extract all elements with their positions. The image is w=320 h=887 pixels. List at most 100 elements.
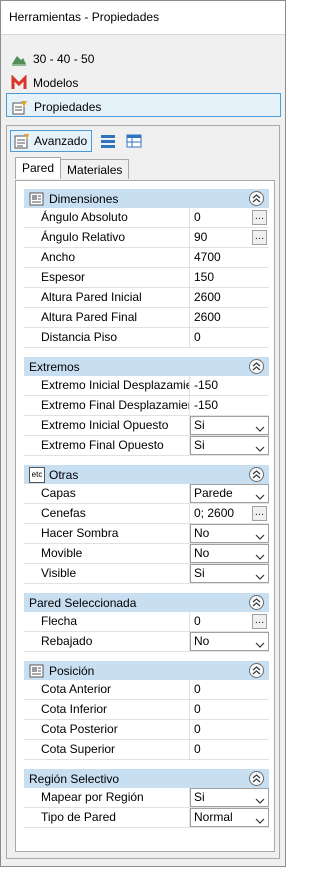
property-select[interactable]: Si	[190, 416, 269, 435]
property-row-angulo-absoluto: Ángulo Absoluto 0…	[24, 208, 269, 228]
properties-icon	[12, 99, 28, 115]
property-value: Parede	[194, 486, 233, 500]
property-name: Hacer Sombra	[24, 524, 190, 543]
property-name: Rebajado	[24, 632, 190, 651]
collapse-icon[interactable]	[249, 191, 264, 206]
nav-item-label: Propiedades	[34, 100, 102, 114]
chevron-down-icon	[255, 637, 265, 651]
property-row-visible: Visible Si	[24, 564, 269, 584]
models-logo-icon	[11, 74, 27, 91]
section-otras: etc Otras Capas Parede Cenefas 0; 2600… …	[24, 465, 269, 584]
property-value-field[interactable]: -150	[190, 376, 269, 395]
section-header-otras[interactable]: etc Otras	[24, 465, 269, 484]
ellipsis-button[interactable]: …	[252, 506, 267, 521]
property-name: Cenefas	[24, 504, 190, 523]
property-value-field[interactable]: 0; 2600…	[190, 504, 269, 523]
property-name: Ancho	[24, 248, 190, 267]
property-value-field[interactable]: 0	[190, 700, 269, 719]
property-value: Si	[194, 566, 205, 580]
property-value-field[interactable]: 4700	[190, 248, 269, 267]
property-grid: Dimensiones Ángulo Absoluto 0… Ángulo Re…	[15, 180, 275, 852]
property-row-extremo-final-desplazamiento: Extremo Final Desplazamiento -150	[24, 396, 269, 416]
ellipsis-button[interactable]: …	[252, 230, 267, 245]
categorized-view-button[interactable]	[98, 130, 118, 152]
ellipsis-button[interactable]: …	[252, 614, 267, 629]
property-name: Flecha	[24, 612, 190, 631]
property-row-movible: Movible No	[24, 544, 269, 564]
tab-materiales[interactable]: Materiales	[60, 159, 130, 179]
property-name: Tipo de Pared	[24, 808, 190, 827]
collapse-icon[interactable]	[249, 359, 264, 374]
chevron-down-icon	[255, 421, 265, 435]
window-title: Herramientas - Propiedades	[1, 1, 285, 35]
property-value: 90	[194, 230, 208, 244]
chevron-down-icon	[255, 569, 265, 583]
collapse-icon[interactable]	[249, 467, 264, 482]
property-value-field[interactable]: 0	[190, 680, 269, 699]
position-icon	[29, 663, 45, 679]
section-pared-seleccionada: Pared Seleccionada Flecha 0… Rebajado No	[24, 593, 269, 652]
property-value: Si	[194, 438, 205, 452]
chevron-down-icon	[255, 489, 265, 503]
property-select[interactable]: No	[190, 524, 269, 543]
property-row-extremo-inicial-desplazamiento: Extremo Inicial Desplazamiento -150	[24, 376, 269, 396]
property-name: Movible	[24, 544, 190, 563]
section-header-posicion[interactable]: Posición	[24, 661, 269, 680]
nav-item-propiedades[interactable]: Propiedades	[6, 93, 281, 117]
property-select[interactable]: Parede	[190, 484, 269, 503]
property-select[interactable]: Si	[190, 436, 269, 455]
section-header-dimensiones[interactable]: Dimensiones	[24, 189, 269, 208]
property-name: Cota Inferior	[24, 700, 190, 719]
chevron-down-icon	[255, 441, 265, 455]
property-row-cota-anterior: Cota Anterior 0	[24, 680, 269, 700]
collapse-icon[interactable]	[249, 595, 264, 610]
property-name: Extremo Final Opuesto	[24, 436, 190, 455]
property-value-field[interactable]: 0	[190, 328, 269, 347]
section-header-extremos[interactable]: Extremos	[24, 357, 269, 376]
property-value-field[interactable]: 0…	[190, 208, 269, 227]
property-value-field[interactable]: 2600	[190, 308, 269, 327]
property-row-cota-posterior: Cota Posterior 0	[24, 720, 269, 740]
property-row-espesor: Espesor 150	[24, 268, 269, 288]
property-value-field[interactable]: 2600	[190, 288, 269, 307]
nav-item-modelos[interactable]: Modelos	[6, 69, 281, 93]
property-row-cota-superior: Cota Superior 0	[24, 740, 269, 760]
property-value-field[interactable]: 0…	[190, 612, 269, 631]
properties-toolbar: Avanzado	[10, 130, 144, 152]
terrain-icon	[11, 51, 27, 67]
chevron-down-icon	[255, 813, 265, 827]
tab-pared[interactable]: Pared	[15, 157, 62, 179]
property-select[interactable]: Si	[190, 564, 269, 583]
property-name: Visible	[24, 564, 190, 583]
ellipsis-button[interactable]: …	[252, 210, 267, 225]
nav-item-layer-set[interactable]: 30 - 40 - 50	[6, 45, 281, 69]
property-value-field[interactable]: -150	[190, 396, 269, 415]
property-value-field[interactable]: 0	[190, 720, 269, 739]
property-name: Capas	[24, 484, 190, 503]
advanced-button[interactable]: Avanzado	[10, 130, 93, 152]
collapse-icon[interactable]	[249, 663, 264, 678]
property-select[interactable]: No	[190, 544, 269, 563]
alphabetical-view-button[interactable]	[124, 130, 144, 152]
property-select[interactable]: No	[190, 632, 269, 651]
property-name: Cota Anterior	[24, 680, 190, 699]
property-row-ancho: Ancho 4700	[24, 248, 269, 268]
section-header-region-selectivo[interactable]: Región Selectivo	[24, 769, 269, 788]
property-name: Mapear por Región	[24, 788, 190, 807]
property-name: Altura Pared Final	[24, 308, 190, 327]
property-value: Normal	[194, 810, 233, 824]
property-value-field[interactable]: 150	[190, 268, 269, 287]
collapse-icon[interactable]	[249, 771, 264, 786]
property-name: Distancia Piso	[24, 328, 190, 347]
chevron-down-icon	[255, 529, 265, 543]
property-value-field[interactable]: 0	[190, 740, 269, 759]
advanced-label: Avanzado	[34, 134, 88, 148]
advanced-properties-icon	[14, 133, 30, 149]
section-header-pared-seleccionada[interactable]: Pared Seleccionada	[24, 593, 269, 612]
section-title: Extremos	[29, 359, 80, 374]
section-title: Otras	[49, 467, 79, 482]
section-extremos: Extremos Extremo Inicial Desplazamiento …	[24, 357, 269, 456]
property-value-field[interactable]: 90 …	[190, 228, 269, 247]
property-select[interactable]: Si	[190, 788, 269, 807]
property-select[interactable]: Normal	[190, 808, 269, 827]
